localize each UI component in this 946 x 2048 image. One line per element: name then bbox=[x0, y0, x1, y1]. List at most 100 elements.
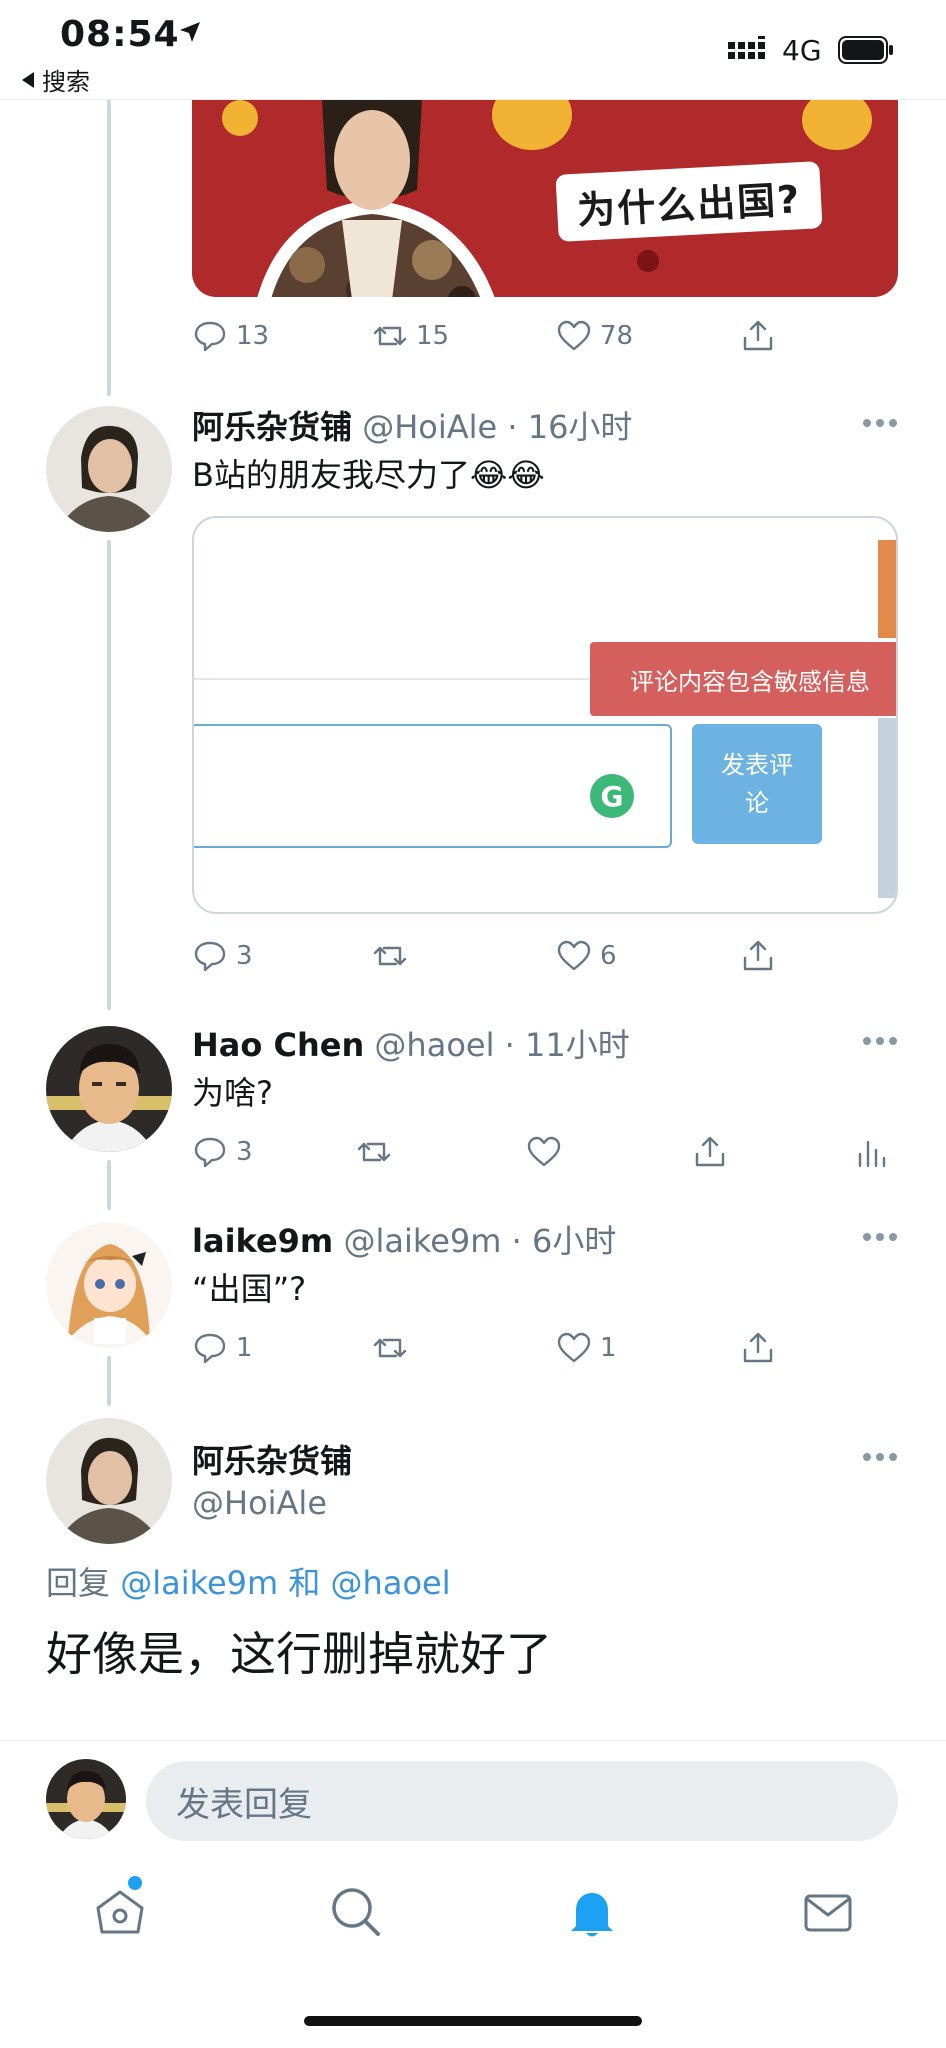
mention-link[interactable]: @laike9m bbox=[120, 1564, 278, 1602]
reply-join: 和 bbox=[288, 1564, 321, 1602]
reply-button[interactable]: 3 bbox=[192, 938, 253, 974]
tweet-header: laike9m @laike9m · 6小时 bbox=[192, 1216, 616, 1262]
decor-blob bbox=[802, 100, 872, 150]
battery-icon bbox=[838, 36, 893, 64]
bell-icon bbox=[571, 1893, 613, 1937]
author-meta: @haoel · 11小时 bbox=[374, 1026, 630, 1064]
share-button[interactable] bbox=[740, 318, 776, 354]
avatar[interactable] bbox=[46, 1026, 172, 1152]
tab-messages[interactable] bbox=[798, 1882, 858, 1942]
reply-icon bbox=[194, 1137, 226, 1168]
status-bar: 08:54 搜索 4G bbox=[0, 0, 946, 100]
back-triangle-icon bbox=[22, 71, 34, 88]
search-icon bbox=[332, 1888, 380, 1936]
sensitive-warning-banner: 评论内容包含敏感信息 bbox=[590, 642, 896, 716]
tab-bar bbox=[0, 1852, 946, 1972]
tweet-actions: 1 1 bbox=[192, 1330, 892, 1370]
reply-button[interactable]: 1 bbox=[192, 1330, 253, 1366]
more-options-icon[interactable] bbox=[862, 1036, 898, 1046]
home-icon bbox=[96, 1890, 144, 1934]
author-name[interactable]: Hao Chen bbox=[192, 1026, 364, 1064]
heart-icon bbox=[557, 1332, 591, 1363]
grammarly-icon: G bbox=[590, 774, 634, 818]
tweet-header: 阿乐杂货铺 @HoiAle · 16小时 bbox=[192, 402, 632, 448]
more-options-icon[interactable] bbox=[862, 1452, 898, 1462]
retweet-button[interactable] bbox=[372, 1330, 408, 1366]
like-count: 78 bbox=[600, 321, 634, 351]
like-button[interactable]: 78 bbox=[556, 318, 633, 354]
share-button[interactable] bbox=[692, 1134, 728, 1170]
reply-prefix: 回复 bbox=[46, 1564, 111, 1602]
status-time: 08:54 bbox=[60, 14, 180, 55]
more-options-icon[interactable] bbox=[862, 418, 898, 428]
main-tweet-name: 阿乐杂货铺 bbox=[192, 1436, 352, 1482]
reply-count: 3 bbox=[236, 1137, 253, 1167]
avatar-man-image bbox=[46, 1759, 126, 1839]
retweet-button[interactable]: 15 bbox=[372, 318, 449, 354]
thread-line-4 bbox=[107, 1356, 111, 1406]
like-count: 1 bbox=[600, 1333, 617, 1363]
reply-button[interactable]: 3 bbox=[192, 1134, 253, 1170]
share-button[interactable] bbox=[740, 1330, 776, 1366]
like-button[interactable] bbox=[526, 1134, 562, 1170]
embedded-screenshot[interactable]: G 发表评论 评论内容包含敏感信息 bbox=[192, 516, 898, 914]
retweet-icon bbox=[373, 326, 407, 346]
back-to-search-button[interactable]: 搜索 bbox=[22, 62, 90, 97]
media-caption: 为什么出国? bbox=[555, 161, 823, 242]
submit-comment-button: 发表评论 bbox=[692, 724, 822, 844]
decor-blob bbox=[637, 250, 659, 272]
current-user-avatar bbox=[46, 1759, 126, 1839]
reply-icon bbox=[194, 941, 226, 972]
analytics-icon bbox=[858, 1140, 886, 1168]
share-button[interactable] bbox=[740, 938, 776, 974]
author-name[interactable]: 阿乐杂货铺 bbox=[192, 408, 352, 446]
avatar[interactable] bbox=[46, 406, 172, 532]
mention-link[interactable]: @haoel bbox=[331, 1564, 451, 1602]
decor-blob bbox=[222, 100, 258, 136]
retweet-icon bbox=[373, 946, 407, 966]
tweet-text: “出国”? bbox=[192, 1270, 307, 1308]
share-icon bbox=[743, 320, 773, 351]
tab-notifications[interactable] bbox=[562, 1882, 622, 1942]
location-arrow-icon bbox=[180, 22, 200, 42]
screenshot-edge-strip bbox=[878, 718, 896, 898]
like-button[interactable]: 6 bbox=[556, 938, 617, 974]
author-meta: @HoiAle · 16小时 bbox=[362, 408, 633, 446]
retweet-icon bbox=[373, 1338, 407, 1358]
tab-search[interactable] bbox=[326, 1882, 386, 1942]
more-options-icon[interactable] bbox=[862, 1232, 898, 1242]
retweet-button[interactable] bbox=[356, 1134, 392, 1170]
avatar-woman-image bbox=[46, 406, 172, 532]
author-handle[interactable]: @HoiAle bbox=[192, 1484, 327, 1522]
reply-input[interactable]: 发表回复 bbox=[146, 1761, 898, 1841]
author-name[interactable]: 阿乐杂货铺 bbox=[192, 1442, 352, 1480]
network-type: 4G bbox=[782, 34, 822, 67]
reply-count: 13 bbox=[236, 321, 270, 351]
analytics-button[interactable] bbox=[852, 1134, 888, 1170]
main-tweet-text: 好像是，这行删掉就好了 bbox=[46, 1627, 552, 1681]
reply-button[interactable]: 13 bbox=[192, 318, 269, 354]
avatar[interactable] bbox=[46, 1222, 172, 1348]
tab-home[interactable] bbox=[90, 1882, 150, 1942]
replying-to: 回复 @laike9m 和 @haoel bbox=[46, 1558, 451, 1604]
screenshot-edge-strip bbox=[878, 540, 896, 638]
mail-icon bbox=[804, 1894, 852, 1932]
tweet-text: 为啥? bbox=[192, 1074, 273, 1112]
heart-icon bbox=[557, 940, 591, 971]
home-indicator[interactable] bbox=[304, 2016, 642, 2026]
avatar[interactable] bbox=[46, 1418, 172, 1544]
retweet-icon bbox=[357, 1142, 391, 1162]
avatar-man-image bbox=[46, 1026, 172, 1152]
like-button[interactable]: 1 bbox=[556, 1330, 617, 1366]
retweet-button[interactable] bbox=[372, 938, 408, 974]
heart-icon bbox=[527, 1136, 561, 1167]
author-name[interactable]: laike9m bbox=[192, 1222, 333, 1260]
reply-icon bbox=[194, 1333, 226, 1364]
person-illustration bbox=[257, 100, 495, 297]
avatar-anime-image bbox=[46, 1222, 172, 1348]
reply-icon bbox=[194, 321, 226, 352]
tweet-text: B站的朋友我尽力了😂😂 bbox=[192, 456, 545, 494]
avatar-woman-image bbox=[46, 1418, 172, 1544]
tweet-media-image[interactable]: 为什么出国? bbox=[192, 100, 898, 297]
reply-composer: 发表回复 bbox=[0, 1740, 946, 1852]
